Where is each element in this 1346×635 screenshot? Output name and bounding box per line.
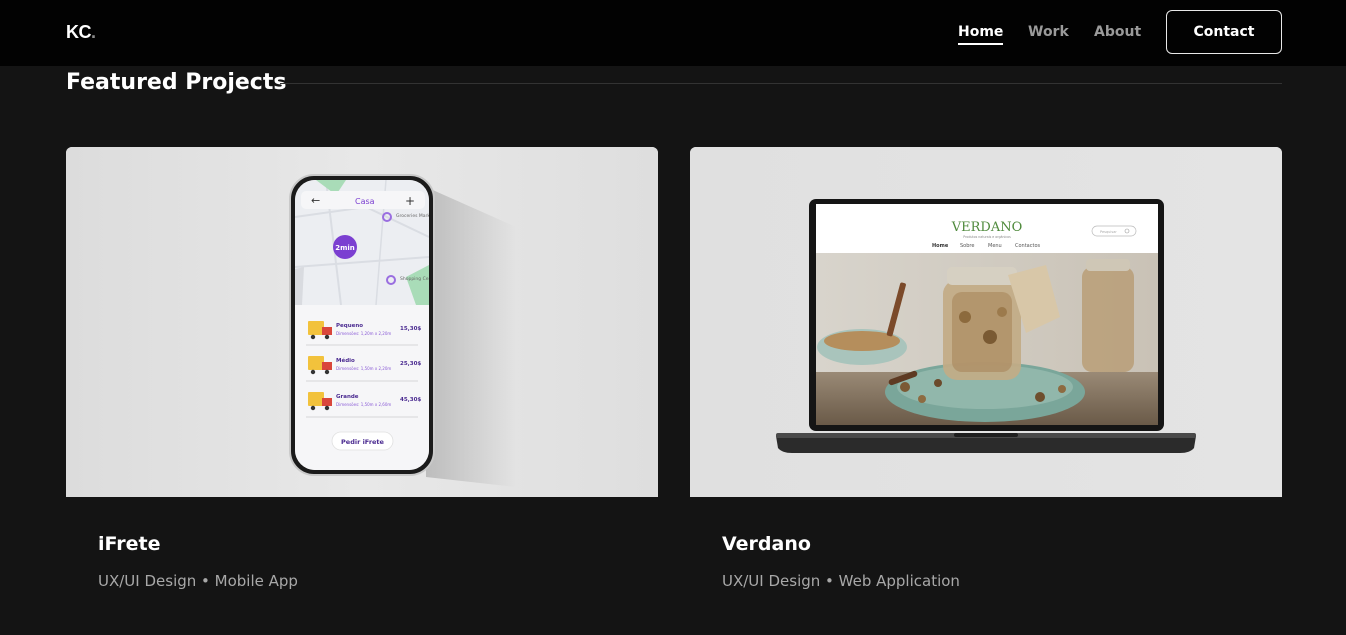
svg-text:Menu: Menu bbox=[988, 243, 1002, 249]
svg-text:Dimensões: 1,50m x 2,60m: Dimensões: 1,50m x 2,60m bbox=[336, 402, 391, 407]
svg-text:Grande: Grande bbox=[336, 394, 359, 400]
svg-text:+: + bbox=[405, 194, 415, 208]
project-subtitle: UX/UI Design • Web Application bbox=[722, 572, 960, 590]
svg-text:Pedir iFrete: Pedir iFrete bbox=[341, 438, 384, 446]
svg-text:Pequeno: Pequeno bbox=[336, 323, 363, 329]
svg-text:←: ← bbox=[311, 194, 320, 207]
svg-text:Produtos naturais e orgânicos: Produtos naturais e orgânicos bbox=[963, 235, 1011, 239]
svg-text:25,30$: 25,30$ bbox=[400, 361, 421, 367]
svg-text:Médio: Médio bbox=[336, 357, 355, 364]
project-card-ifrete[interactable]: ← Casa + 2min Groceries Market Shopping … bbox=[66, 147, 658, 617]
svg-text:Dimensões: 1,20m x 2,20m: Dimensões: 1,20m x 2,20m bbox=[336, 331, 391, 336]
project-image-ifrete[interactable]: ← Casa + 2min Groceries Market Shopping … bbox=[66, 147, 658, 497]
phone-mockup: ← Casa + 2min Groceries Market Shopping … bbox=[66, 147, 658, 497]
section-divider bbox=[280, 83, 1282, 84]
svg-text:Sobre: Sobre bbox=[960, 243, 974, 249]
svg-text:Casa: Casa bbox=[355, 197, 375, 206]
project-card-verdano[interactable]: VERDANO Produtos naturais e orgânicos Ho… bbox=[690, 147, 1282, 617]
nav-link-work[interactable]: Work bbox=[1028, 22, 1069, 42]
contact-button[interactable]: Contact bbox=[1166, 10, 1282, 54]
project-title[interactable]: iFrete bbox=[98, 533, 161, 555]
navbar: KC. Home Work About Contact bbox=[0, 0, 1346, 66]
project-image-verdano[interactable]: VERDANO Produtos naturais e orgânicos Ho… bbox=[690, 147, 1282, 497]
svg-text:Pesquisar: Pesquisar bbox=[1100, 230, 1117, 234]
section-title: Featured Projects bbox=[66, 70, 287, 95]
svg-text:15,30$: 15,30$ bbox=[400, 326, 421, 332]
project-subtitle: UX/UI Design • Mobile App bbox=[98, 572, 298, 590]
svg-text:Dimensões: 1,50m x 2,20m: Dimensões: 1,50m x 2,20m bbox=[336, 366, 391, 371]
site-logo[interactable]: KC. bbox=[66, 22, 96, 43]
nav-link-home[interactable]: Home bbox=[958, 22, 1004, 45]
svg-text:2min: 2min bbox=[335, 244, 355, 252]
svg-text:Contactos: Contactos bbox=[1015, 243, 1041, 249]
nav-link-about[interactable]: About bbox=[1094, 22, 1141, 42]
svg-text:VERDANO: VERDANO bbox=[951, 220, 1023, 235]
svg-text:45,30$: 45,30$ bbox=[400, 397, 421, 403]
svg-text:Groceries Market: Groceries Market bbox=[396, 213, 435, 219]
project-title[interactable]: Verdano bbox=[722, 533, 811, 555]
svg-text:Home: Home bbox=[932, 243, 949, 249]
laptop-mockup: VERDANO Produtos naturais e orgânicos Ho… bbox=[690, 147, 1282, 497]
